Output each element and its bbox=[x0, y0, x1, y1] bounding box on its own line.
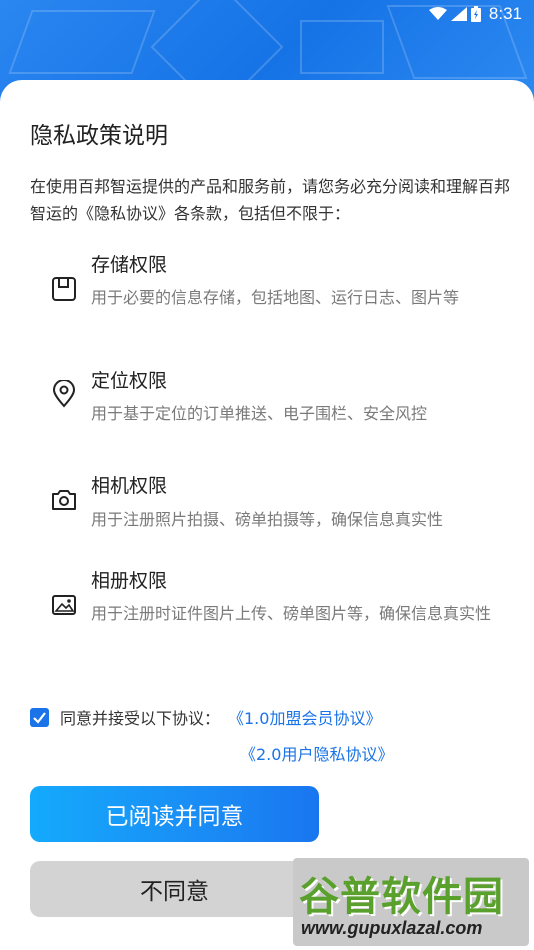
privacy-dialog: 隐私政策说明 在使用百邦智运提供的产品和服务前，请您务必充分阅读和理解百邦智运的… bbox=[0, 80, 534, 950]
member-agreement-link[interactable]: 《1.0加盟会员协议》 bbox=[228, 708, 381, 730]
accept-button[interactable]: 已阅读并同意 bbox=[30, 786, 319, 842]
wifi-icon bbox=[428, 6, 447, 21]
permission-desc: 用于基于定位的订单推送、电子围栏、安全风控 bbox=[91, 404, 428, 423]
location-icon bbox=[51, 379, 77, 408]
dialog-intro: 在使用百邦智运提供的产品和服务前，请您务必充分阅读和理解百邦智运的《隐私协议》各… bbox=[30, 177, 511, 223]
site-watermark: 谷普软件园 www.gupuxlazal.com bbox=[293, 858, 529, 946]
privacy-agreement-link[interactable]: 《2.0用户隐私协议》 bbox=[240, 744, 393, 766]
signal-icon bbox=[450, 6, 467, 21]
camera-icon bbox=[51, 488, 77, 514]
permission-desc: 用于注册时证件图片上传、磅单图片等，确保信息真实性 bbox=[91, 604, 492, 623]
decline-button[interactable]: 不同意 bbox=[30, 861, 319, 917]
permission-desc: 用于必要的信息存储，包括地图、运行日志、图片等 bbox=[91, 288, 460, 307]
permission-name: 定位权限 bbox=[91, 370, 168, 392]
permission-name: 相机权限 bbox=[91, 475, 168, 497]
storage-icon bbox=[51, 276, 77, 302]
watermark-url: www.gupuxlazal.com bbox=[301, 918, 483, 938]
agreement-row: 同意并接受以下协议： 《1.0加盟会员协议》 《2.0用户隐私协议》 bbox=[30, 708, 510, 764]
checkmark-icon bbox=[33, 712, 46, 724]
permission-name: 相册权限 bbox=[91, 570, 168, 592]
agreement-label: 同意并接受以下协议： bbox=[60, 709, 221, 728]
dialog-title: 隐私政策说明 bbox=[30, 123, 168, 149]
image-icon bbox=[51, 594, 77, 620]
watermark-logo-text: 谷普软件园 bbox=[299, 874, 504, 920]
agreement-checkbox[interactable] bbox=[30, 708, 49, 727]
permission-desc: 用于注册照片拍摄、磅单拍摄等，确保信息真实性 bbox=[91, 510, 444, 529]
permission-name: 存储权限 bbox=[91, 254, 168, 276]
battery-icon bbox=[470, 5, 481, 22]
status-time: 8:31 bbox=[488, 3, 522, 23]
scroll-fade-hint bbox=[91, 686, 191, 694]
status-bar: 8:31 bbox=[0, 0, 534, 27]
